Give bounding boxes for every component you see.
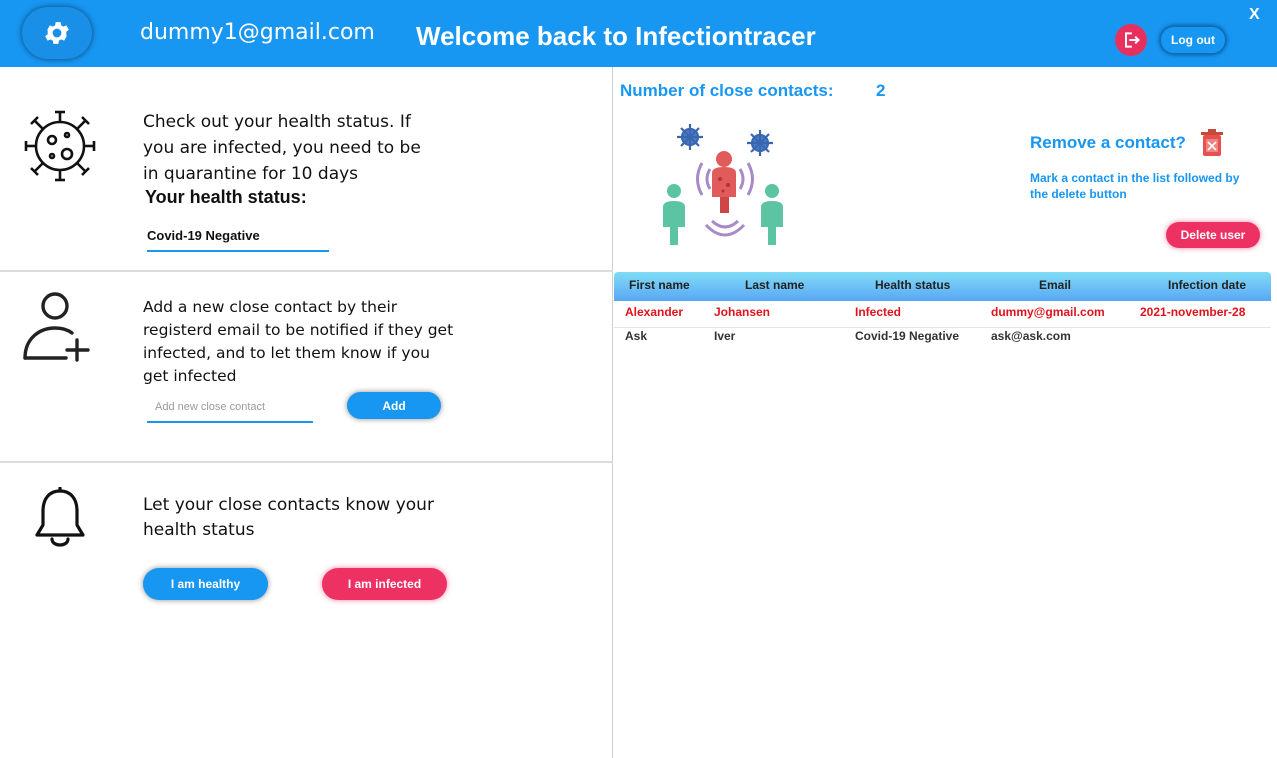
notify-description: Let your close contacts know your health… (143, 493, 434, 543)
gear-icon (45, 22, 69, 44)
logout-icon (1125, 32, 1140, 48)
logout-button[interactable]: Log out (1160, 26, 1226, 54)
close-contacts-count: 2 (876, 81, 886, 100)
contact-tracing-illustration (663, 124, 783, 245)
add-user-icon (23, 292, 90, 362)
cell-first-name: Alexander (625, 305, 684, 319)
add-contact-description: Add a new close contact by their registe… (143, 296, 453, 388)
virus-icon (24, 110, 96, 182)
add-contact-description-line: infected, and to let them know if you (143, 344, 430, 362)
cell-email: dummy@gmail.com (991, 305, 1105, 319)
cell-email: ask@ask.com (991, 329, 1071, 343)
section-divider (0, 461, 613, 463)
i-am-infected-button[interactable]: I am infected (322, 568, 447, 600)
add-contact-description-line: get infected (143, 367, 237, 385)
user-email: dummy1@gmail.com (140, 20, 375, 45)
cell-last-name: Johansen (714, 305, 771, 319)
health-status-value: Covid-19 Negative (147, 226, 329, 252)
cell-infection-date: 2021-november-28 (1140, 305, 1246, 319)
add-contact-description-line: Add a new close contact by their (143, 298, 398, 316)
table-row[interactable]: Alexander Johansen Infected dummy@gmail.… (614, 301, 1271, 325)
health-status-heading: Your health status: (145, 187, 307, 207)
column-header-first-name[interactable]: First name (629, 278, 690, 292)
add-contact-button[interactable]: Add (347, 392, 441, 419)
right-panel: Number of close contacts: 2 Remove a con… (614, 67, 1277, 758)
notify-description-line: health status (143, 520, 255, 540)
add-contact-input[interactable] (147, 393, 313, 423)
trash-icon (1201, 129, 1223, 156)
close-window-button[interactable]: X (1249, 6, 1260, 24)
column-header-infection-date[interactable]: Infection date (1168, 278, 1246, 292)
health-description-line: you are infected, you need to be (143, 138, 421, 158)
add-contact-description-line: registerd email to be notified if they g… (143, 321, 454, 339)
delete-user-button[interactable]: Delete user (1166, 222, 1260, 248)
bell-icon (35, 487, 85, 547)
page-title: Welcome back to Infectiontracer (416, 21, 816, 51)
table-row[interactable]: Ask Iver Covid-19 Negative ask@ask.com (614, 325, 1271, 349)
health-description-line: in quarantine for 10 days (143, 164, 359, 184)
column-header-last-name[interactable]: Last name (745, 278, 804, 292)
close-contacts-count-label: Number of close contacts: (620, 81, 834, 100)
table-header: First name Last name Health status Email… (614, 272, 1271, 301)
app-header: dummy1@gmail.com Welcome back to Infecti… (0, 0, 1277, 67)
cell-health-status: Covid-19 Negative (855, 329, 960, 343)
column-header-email[interactable]: Email (1039, 278, 1071, 292)
logout-icon-button[interactable] (1115, 24, 1147, 56)
remove-contact-title: Remove a contact? (1030, 133, 1186, 152)
settings-button[interactable] (22, 7, 92, 59)
contacts-table: First name Last name Health status Email… (614, 272, 1271, 349)
section-divider (0, 270, 613, 272)
left-panel: Check out your health status. If you are… (0, 67, 613, 758)
table-divider (614, 327, 1271, 328)
notify-description-line: Let your close contacts know your (143, 495, 434, 515)
remove-contact-hint: Mark a contact in the list followed by t… (1030, 171, 1240, 201)
cell-health-status: Infected (855, 305, 902, 319)
cell-first-name: Ask (625, 329, 648, 343)
i-am-healthy-button[interactable]: I am healthy (143, 568, 268, 600)
health-description: Check out your health status. If you are… (143, 109, 421, 187)
cell-last-name: Iver (714, 329, 736, 343)
column-header-health-status[interactable]: Health status (875, 278, 950, 292)
health-description-line: Check out your health status. If (143, 112, 411, 132)
